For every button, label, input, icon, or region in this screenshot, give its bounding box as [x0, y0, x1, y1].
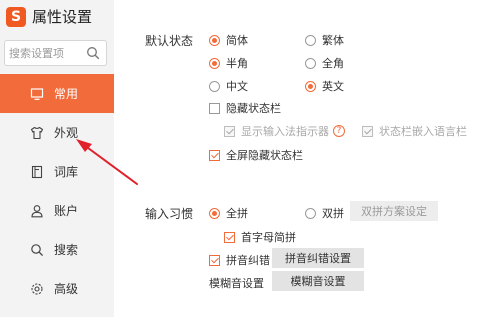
option-label: 英文 [322, 80, 344, 93]
sidebar-item-label: 高级 [54, 282, 79, 296]
hide-status-bar-option[interactable]: 隐藏状态栏 [209, 100, 281, 116]
option-label: 状态栏嵌入语言栏 [379, 125, 467, 138]
option-label: 双拼 [322, 207, 344, 220]
sidebar-item-appearance[interactable]: 外观 [0, 113, 114, 152]
checkbox[interactable] [224, 231, 235, 243]
shirt-icon [30, 126, 44, 140]
pinyin-correction-option[interactable]: 拼音纠错 [209, 252, 270, 268]
simplified-option[interactable]: 简体 [209, 32, 248, 48]
radio-button[interactable] [209, 80, 220, 92]
user-icon [30, 204, 44, 218]
sidebar: S 属性设置 常用 外观 词库 [0, 0, 114, 317]
sidebar-nav: 常用 外观 词库 账户 搜索 高级 [0, 74, 114, 308]
halfwidth-option[interactable]: 半角 [209, 55, 248, 71]
radio-button[interactable] [305, 34, 316, 46]
monitor-icon [30, 87, 44, 101]
sidebar-item-label: 搜索 [54, 243, 79, 257]
checkbox[interactable] [209, 102, 220, 114]
input-habit-label: 输入习惯 [145, 207, 194, 221]
search-input[interactable] [9, 45, 87, 61]
search-icon [30, 243, 44, 257]
checkbox[interactable] [209, 254, 220, 266]
radio-button[interactable] [305, 207, 316, 219]
option-label: 简体 [226, 34, 248, 47]
option-label: 半角 [226, 57, 248, 70]
book-icon [30, 165, 44, 179]
window-title: 属性设置 [32, 8, 93, 26]
double-pinyin-settings-button[interactable]: 双拼方案设定 [350, 201, 438, 221]
sidebar-item-label: 账户 [54, 204, 79, 218]
checkbox[interactable] [362, 125, 373, 137]
option-label: 显示输入法指示器 [241, 125, 329, 138]
search-box[interactable] [4, 40, 107, 66]
radio-button[interactable] [305, 57, 316, 69]
radio-button[interactable] [209, 207, 220, 219]
radio-button[interactable] [209, 34, 220, 46]
search-icon[interactable] [86, 46, 100, 60]
sidebar-item-advanced[interactable]: 高级 [0, 269, 114, 308]
pinyin-correction-settings-button[interactable]: 拼音纠错设置 [272, 248, 364, 268]
status-bar-embed-option[interactable]: 状态栏嵌入语言栏 [362, 123, 467, 139]
checkbox[interactable] [224, 125, 235, 137]
sidebar-item-search[interactable]: 搜索 [0, 230, 114, 269]
traditional-option[interactable]: 繁体 [305, 32, 344, 48]
default-state-label: 默认状态 [145, 34, 194, 48]
option-label: 拼音纠错 [226, 254, 270, 267]
gear-icon [30, 282, 44, 296]
checkbox[interactable] [209, 149, 220, 161]
option-label: 首字母简拼 [241, 231, 296, 244]
fullscreen-hide-status-bar-option[interactable]: 全屏隐藏状态栏 [209, 147, 303, 163]
settings-panel: 默认状态 简体 繁体 半角 全角 中文 英文 隐藏状态栏 显示输入法指示器 ? … [114, 0, 500, 317]
option-label: 全拼 [226, 207, 248, 220]
full-pinyin-option[interactable]: 全拼 [209, 205, 248, 221]
radio-button[interactable] [209, 57, 220, 69]
sidebar-item-common[interactable]: 常用 [0, 74, 114, 113]
english-option[interactable]: 英文 [305, 78, 344, 94]
sidebar-item-label: 常用 [54, 87, 79, 101]
sidebar-item-label: 外观 [54, 126, 79, 140]
option-label: 全角 [322, 57, 344, 70]
option-label: 中文 [226, 80, 248, 93]
sidebar-item-label: 词库 [54, 165, 79, 179]
option-label: 隐藏状态栏 [226, 102, 281, 115]
fullwidth-option[interactable]: 全角 [305, 55, 344, 71]
show-ime-indicator-option[interactable]: 显示输入法指示器 ? [224, 123, 345, 139]
initial-abbrev-option[interactable]: 首字母简拼 [224, 229, 296, 245]
help-icon[interactable]: ? [333, 125, 345, 137]
sogou-logo-icon: S [6, 6, 26, 27]
fuzzy-pinyin-label: 模糊音设置 [209, 277, 264, 290]
sidebar-item-account[interactable]: 账户 [0, 191, 114, 230]
option-label: 繁体 [322, 34, 344, 47]
radio-button[interactable] [305, 80, 316, 92]
option-label: 全屏隐藏状态栏 [226, 149, 303, 162]
fuzzy-pinyin-settings-button[interactable]: 模糊音设置 [272, 271, 364, 291]
double-pinyin-option[interactable]: 双拼 [305, 205, 344, 221]
app-brand: S 属性设置 [6, 6, 92, 27]
chinese-option[interactable]: 中文 [209, 78, 248, 94]
sidebar-item-lexicon[interactable]: 词库 [0, 152, 114, 191]
